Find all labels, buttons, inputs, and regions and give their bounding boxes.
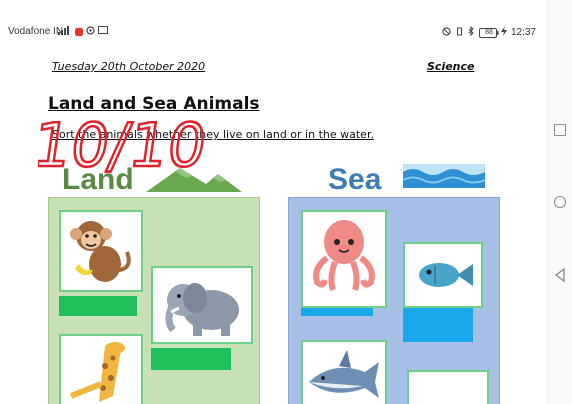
status-icons-left [58, 26, 108, 38]
elephant-answer-slot[interactable] [151, 348, 231, 370]
navigation-bar [547, 0, 572, 404]
back-button[interactable] [553, 267, 567, 283]
octopus-answer-slot[interactable] [301, 308, 373, 316]
battery-level: 88 [485, 29, 493, 36]
settings-status-icon [86, 26, 95, 38]
grade-mark: 10/10 [38, 110, 212, 180]
monkey-answer-slot[interactable] [59, 296, 137, 316]
giraffe-card[interactable] [59, 334, 143, 404]
charging-icon [500, 26, 507, 39]
do-not-disturb-icon [442, 26, 451, 39]
shark-card[interactable] [301, 340, 387, 404]
battery-icon: 88 [478, 27, 499, 38]
fish-answer-slot[interactable] [403, 308, 473, 342]
land-sort-area [48, 197, 260, 404]
extra-card[interactable] [407, 370, 489, 404]
monkey-icon [70, 221, 131, 282]
monkey-card[interactable] [59, 210, 143, 292]
status-bar: Vodafone IN 88 12:37 [0, 0, 548, 52]
vibrate-icon [455, 27, 464, 39]
screen-icon [98, 26, 108, 38]
giraffe-icon [69, 342, 125, 402]
sea-heading: Sea [328, 163, 382, 196]
clock: 12:37 [510, 27, 536, 38]
worksheet-image: Tuesday 20th October 2020 Science Land a… [0, 52, 548, 404]
shark-icon [309, 350, 379, 398]
carrier-label: Vodafone IN [8, 26, 64, 37]
status-icons-right: 88 12:37 [442, 25, 536, 39]
home-button[interactable] [554, 196, 566, 208]
signal-icon [58, 26, 72, 38]
bluetooth-icon [468, 25, 475, 39]
fish-card[interactable] [403, 242, 483, 308]
recent-apps-button[interactable] [554, 124, 566, 136]
wave-icon [403, 164, 485, 188]
grade-text: 10/10 [38, 111, 211, 180]
fish-icon [419, 263, 473, 287]
worksheet-subject: Science [427, 60, 475, 73]
elephant-icon [165, 283, 239, 336]
sea-sort-area [288, 197, 500, 404]
octopus-card[interactable] [301, 210, 387, 308]
notification-app-icon [75, 28, 83, 36]
worksheet-date: Tuesday 20th October 2020 [52, 60, 206, 73]
octopus-icon [313, 220, 375, 291]
elephant-card[interactable] [151, 266, 253, 344]
